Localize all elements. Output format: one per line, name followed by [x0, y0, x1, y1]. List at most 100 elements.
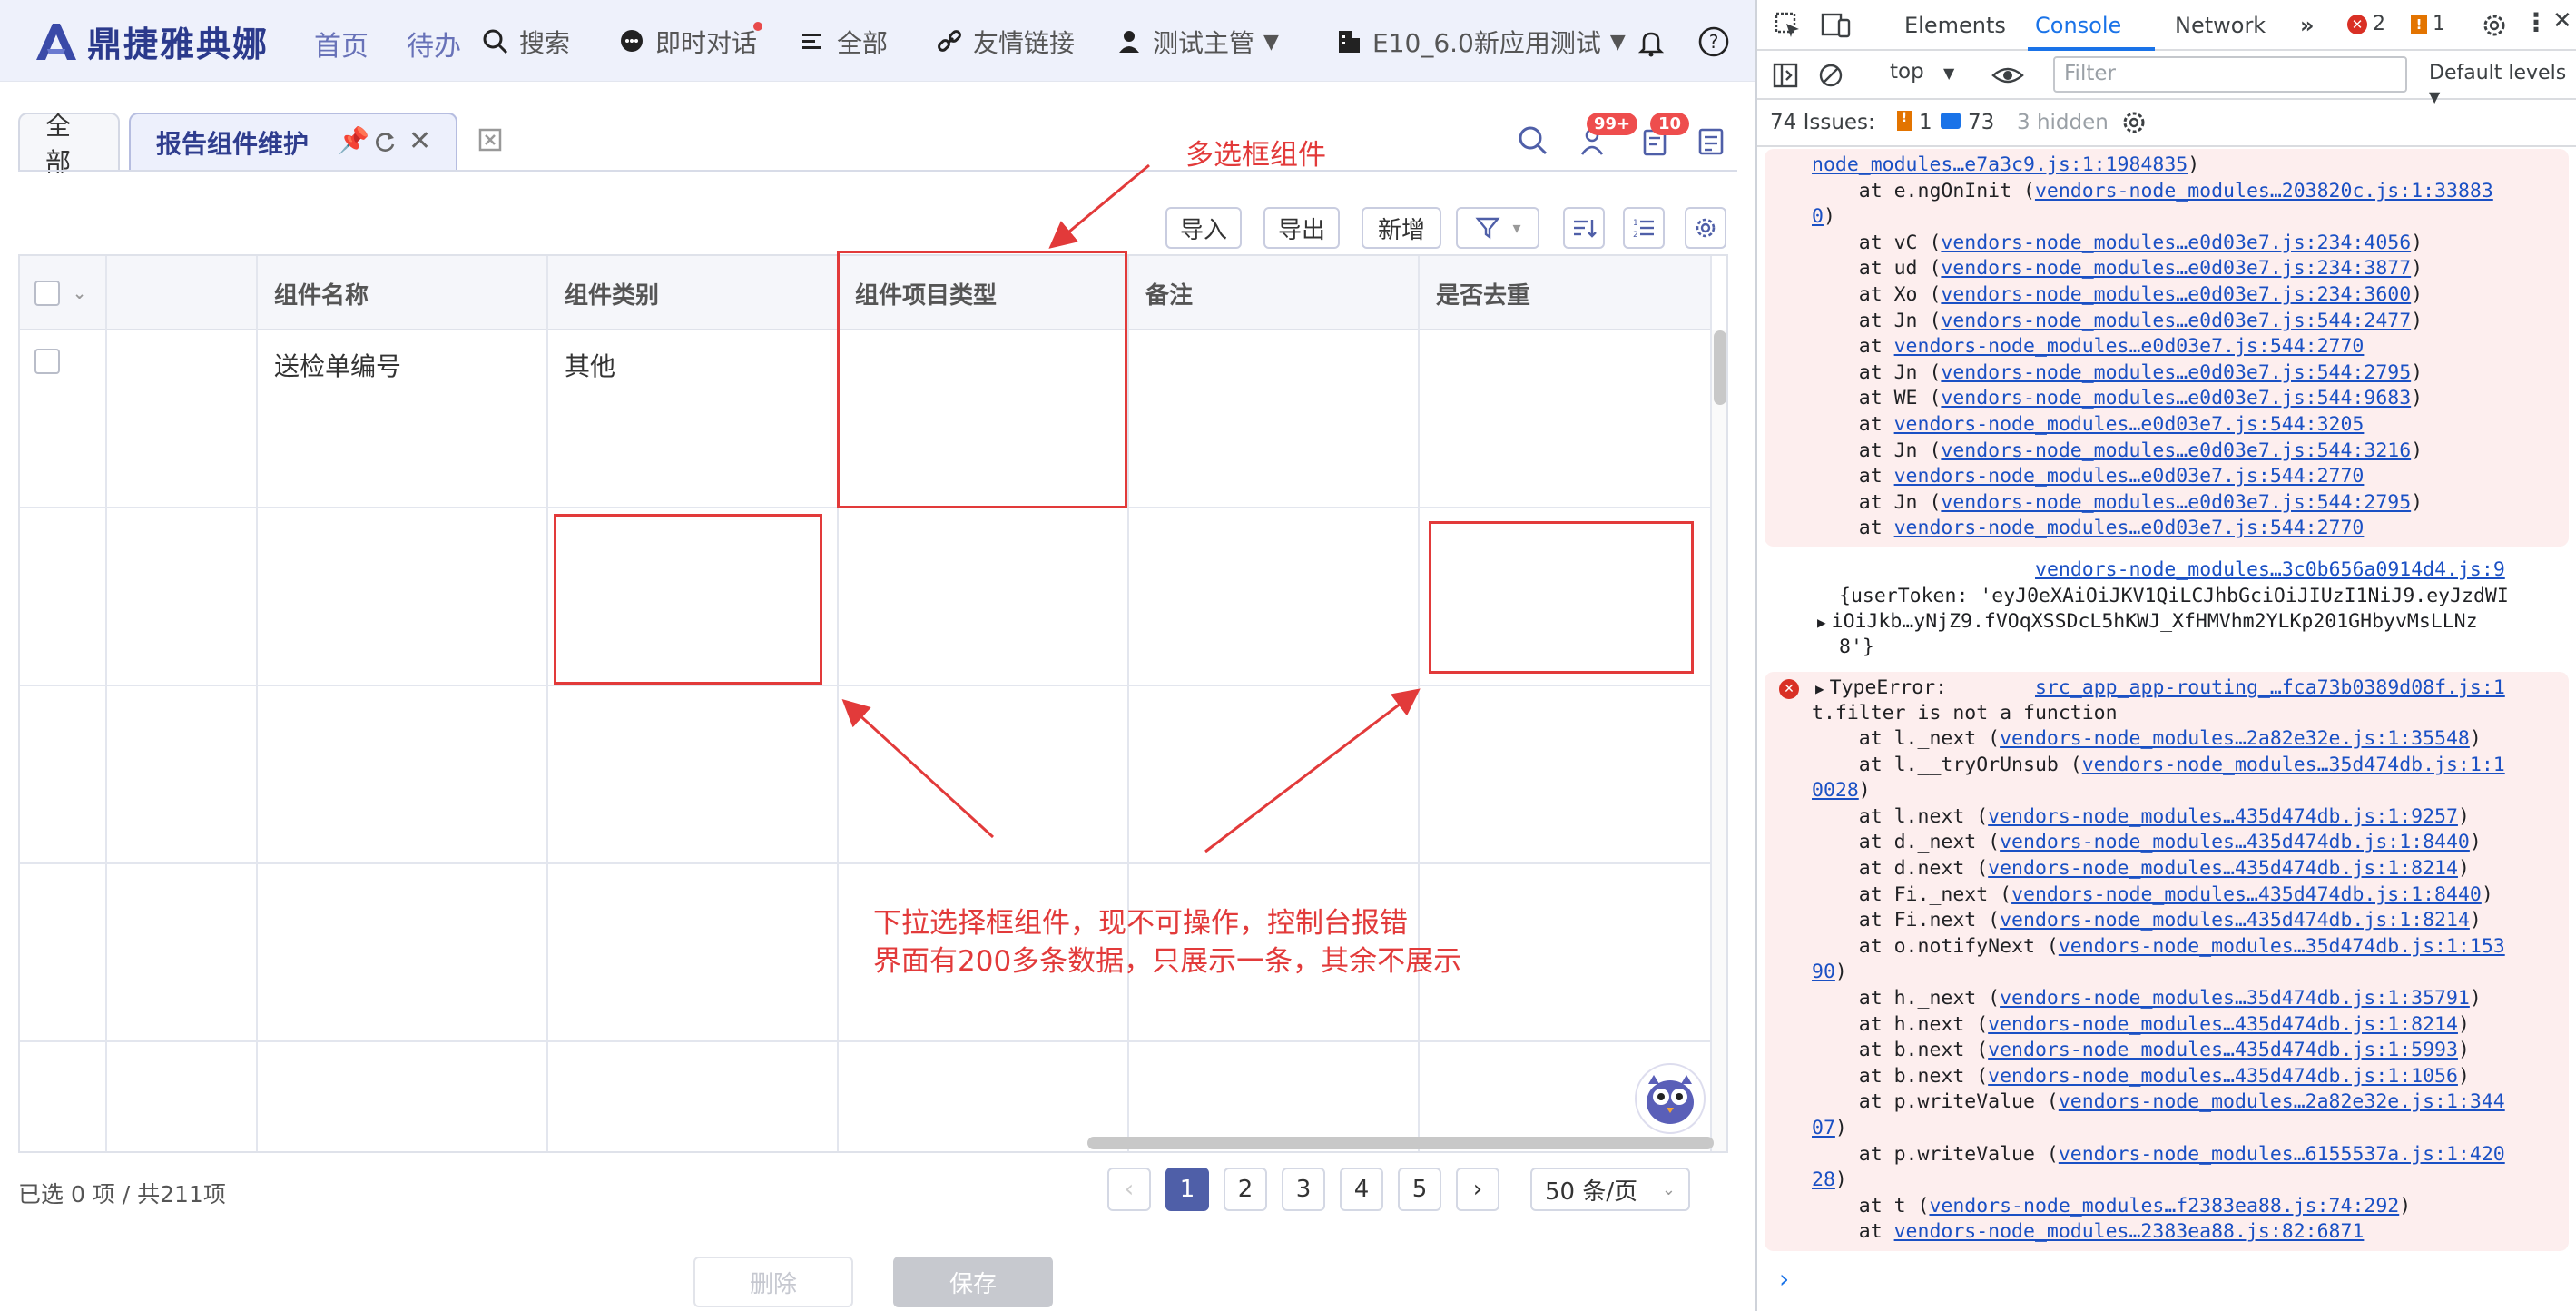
stack-frame[interactable]: at vC (vendors-node_modules…e0d03e7.js:2… — [1812, 231, 2423, 256]
filter-button[interactable]: ▾ — [1456, 207, 1539, 249]
stack-frame[interactable]: at Xo (vendors-node_modules…e0d03e7.js:2… — [1812, 282, 2423, 308]
assistant-owl-icon[interactable] — [1634, 1062, 1706, 1135]
page-1[interactable]: 1 — [1165, 1168, 1209, 1211]
stack-frame[interactable]: at p.writeValue (vendors-node_modules…61… — [1812, 1142, 2505, 1168]
row-checkbox[interactable] — [34, 349, 60, 374]
stack-frame[interactable]: at d._next (vendors-node_modules…435d474… — [1812, 830, 2482, 855]
header-name[interactable]: 组件名称 — [258, 256, 548, 330]
stack-frame-link[interactable]: vendors-node_modules…203820c.js:1:33883 — [2035, 180, 2493, 202]
settings-gear-icon[interactable] — [2480, 11, 2509, 40]
issue-info-count[interactable]: 73 — [1968, 111, 1994, 134]
stack-frame[interactable]: at h._next (vendors-node_modules…35d474d… — [1812, 986, 2482, 1011]
inspect-element-icon[interactable] — [1774, 11, 1803, 40]
stack-frame-link[interactable]: vendors-node_modules…435d474db.js:1:8440 — [2011, 883, 2482, 906]
stack-frame-link[interactable]: vendors-node_modules…e0d03e7.js:234:3877 — [1941, 257, 2411, 280]
stack-frame-link[interactable]: vendors-node_modules…2a82e32e.js:1:344 — [2059, 1090, 2505, 1113]
nav-search[interactable]: 搜索 — [481, 24, 570, 60]
delete-button[interactable]: 删除 — [693, 1257, 853, 1307]
stack-frame-link[interactable]: vendors-node_modules…e0d03e7.js:544:3205 — [1894, 413, 2365, 436]
stack-frame[interactable]: at Jn (vendors-node_modules…e0d03e7.js:5… — [1812, 439, 2423, 464]
more-options-icon[interactable]: ⋮ — [2523, 7, 2549, 37]
column-settings-button[interactable]: 12 — [1623, 207, 1665, 249]
chevron-down-icon[interactable]: ⌄ — [73, 284, 86, 303]
log-source-link[interactable]: vendors-node_modules…3c0b656a0914d4.js:9 — [2035, 557, 2505, 583]
cell-dedup[interactable] — [1420, 330, 1712, 508]
issue-warning-count[interactable]: 1 — [1919, 111, 1932, 134]
close-tab-icon[interactable]: ✕ — [408, 125, 431, 157]
nav-links[interactable]: 友情链接 — [935, 24, 1075, 60]
close-all-tabs-icon[interactable] — [477, 127, 505, 154]
next-page-button[interactable]: › — [1456, 1168, 1499, 1211]
stack-frame[interactable]: 28) — [1812, 1168, 1847, 1193]
pin-icon[interactable]: 📌 — [338, 125, 369, 155]
stack-frame-link[interactable]: vendors-node_modules…435d474db.js:1:8440 — [2000, 831, 2470, 853]
header-note[interactable]: 备注 — [1129, 256, 1420, 330]
issues-settings-icon[interactable] — [2120, 109, 2148, 136]
stack-frame-link[interactable]: vendors-node_modules…f2383ea88.js:74:292 — [1929, 1195, 2399, 1217]
report-icon[interactable] — [1696, 125, 1728, 158]
save-button[interactable]: 保存 — [893, 1257, 1053, 1307]
search-icon[interactable] — [1516, 123, 1550, 158]
help-icon[interactable]: ? — [1697, 25, 1730, 58]
devtools-tab-elements[interactable]: Elements — [1904, 13, 2006, 38]
stack-frame[interactable]: at vendors-node_modules…e0d03e7.js:544:2… — [1812, 516, 2365, 541]
refresh-icon[interactable] — [372, 129, 398, 154]
stack-frame[interactable]: at t (vendors-node_modules…f2383ea88.js:… — [1812, 1194, 2411, 1219]
stack-frame[interactable]: at Fi.next (vendors-node_modules…435d474… — [1812, 908, 2482, 933]
error-counter[interactable]: ✕ 2 — [2347, 13, 2385, 35]
stack-frame-link[interactable]: vendors-node_modules…435d474db.js:1:5993 — [1988, 1039, 2458, 1061]
stack-frame[interactable]: at l.next (vendors-node_modules…435d474d… — [1812, 804, 2470, 830]
user-token-line-2[interactable]: ▶ iOiJkb…yNjZ9.fVOqXSSDcL5hKWJ_XfHMVhm2YL… — [1817, 609, 2478, 636]
stack-frame-link[interactable]: vendors-node_modules…2a82e32e.js:1:35548 — [2000, 727, 2470, 750]
stack-frame-link[interactable]: 90 — [1812, 961, 1835, 983]
settings-button[interactable] — [1685, 207, 1726, 249]
bell-icon[interactable] — [1636, 27, 1667, 58]
stack-frame-link[interactable]: vendors-node_modules…435d474db.js:1:8214 — [1988, 1013, 2458, 1036]
vertical-scrollbar[interactable] — [1714, 330, 1726, 405]
console-filter-input[interactable]: Filter — [2053, 56, 2407, 93]
stack-frame-link[interactable]: 0028 — [1812, 779, 1859, 802]
user-token-line-1[interactable]: {userToken: 'eyJ0eXAiOiJKV1QiLCJhbGciOiJ… — [1839, 584, 2509, 609]
sidebar-toggle-icon[interactable] — [1772, 62, 1799, 89]
stack-frame[interactable]: at vendors-node_modules…e0d03e7.js:544:2… — [1812, 334, 2365, 360]
nav-chat[interactable]: 即时对话 — [617, 24, 757, 60]
stack-frame[interactable]: at e.ngOnInit (vendors-node_modules…2038… — [1812, 179, 2493, 204]
stack-frame-link[interactable]: vendors-node_modules…e0d03e7.js:544:3216 — [1941, 439, 2411, 462]
stack-frame[interactable]: at vendors-node_modules…2383ea88.js:82:6… — [1812, 1219, 2365, 1245]
stack-frame[interactable]: at b.next (vendors-node_modules…435d474d… — [1812, 1064, 2470, 1089]
stack-frame[interactable]: at WE (vendors-node_modules…e0d03e7.js:5… — [1812, 386, 2423, 411]
stack-frame-link[interactable]: vendors-node_modules…e0d03e7.js:544:2770 — [1894, 465, 2365, 488]
stack-frame[interactable]: 0) — [1812, 204, 1835, 230]
stack-frame-link[interactable]: vendors-node_modules…6155537a.js:1:420 — [2059, 1143, 2505, 1166]
stack-frame[interactable]: 07) — [1812, 1116, 1847, 1141]
stack-frame-link[interactable]: vendors-node_modules…e0d03e7.js:544:2795 — [1941, 491, 2411, 514]
sort-button[interactable] — [1563, 207, 1605, 249]
stack-frame-link[interactable]: vendors-node_modules…e0d03e7.js:234:3600 — [1941, 283, 2411, 306]
stack-frame[interactable]: at d.next (vendors-node_modules…435d474d… — [1812, 856, 2470, 882]
cell-name[interactable]: 送检单编号 — [258, 330, 548, 508]
stack-frame-link[interactable]: vendors-node_modules…435d474db.js:1:8214 — [2000, 909, 2470, 932]
stack-frame-link[interactable]: 07 — [1812, 1117, 1835, 1139]
stack-frame-link[interactable]: vendors-node_modules…e0d03e7.js:544:2477 — [1941, 310, 2411, 332]
stack-frame[interactable]: at p.writeValue (vendors-node_modules…2a… — [1812, 1089, 2505, 1115]
typeerror-source[interactable]: src_app_app-routing_…fca73b0389d08f.js:1 — [2035, 675, 2505, 701]
stack-frame-link[interactable]: vendors-node_modules…e0d03e7.js:544:2795 — [1941, 361, 2411, 384]
devtools-tab-network[interactable]: Network — [2175, 13, 2266, 38]
stack-frame-link[interactable]: node_modules…e7a3c9.js:1:1984835 — [1812, 153, 2188, 176]
stack-frame[interactable]: at o.notifyNext (vendors-node_modules…35… — [1812, 934, 2505, 960]
stack-frame[interactable]: at l._next (vendors-node_modules…2a82e32… — [1812, 726, 2482, 752]
add-button[interactable]: 新增 — [1362, 207, 1441, 249]
brand-logo[interactable]: 鼎捷雅典娜 — [33, 16, 269, 66]
stack-frame-link[interactable]: vendors-node_modules…435d474db.js:1:1056 — [1988, 1065, 2458, 1088]
stack-frame[interactable]: at Fi._next (vendors-node_modules…435d47… — [1812, 882, 2493, 908]
stack-frame[interactable]: at Jn (vendors-node_modules…e0d03e7.js:5… — [1812, 360, 2423, 386]
user-menu[interactable]: 测试主管 ▼ — [1115, 24, 1279, 60]
stack-frame[interactable]: at ud (vendors-node_modules…e0d03e7.js:2… — [1812, 256, 2423, 281]
console-prompt[interactable]: › — [1779, 1264, 1789, 1294]
stack-frame-link[interactable]: vendors-node_modules…e0d03e7.js:234:4056 — [1941, 232, 2411, 254]
clear-console-icon[interactable] — [1817, 62, 1844, 89]
header-dedup[interactable]: 是否去重 — [1420, 256, 1712, 330]
issues-label[interactable]: 74 Issues: — [1770, 111, 1875, 134]
cell-category[interactable]: 其他 — [548, 330, 839, 508]
devtools-tab-console[interactable]: Console — [2035, 13, 2121, 38]
